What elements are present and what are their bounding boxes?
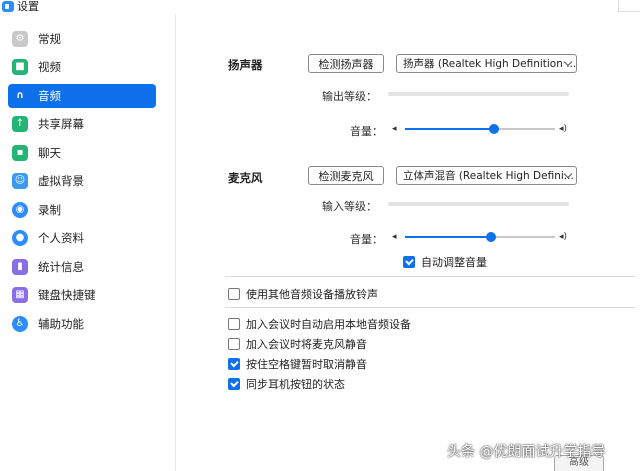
space-to-unmute-checkbox[interactable]: 按住空格键暂时取消静音: [228, 356, 367, 372]
sidebar-item-label: 音频: [38, 89, 61, 103]
gear-icon: ⚙: [12, 31, 28, 47]
test-microphone-button[interactable]: 检测麦克风: [308, 166, 384, 185]
sidebar-item-video[interactable]: ■ 视频: [8, 55, 156, 79]
checkbox-label: 自动调整音量: [421, 256, 487, 269]
sidebar-item-label: 共享屏幕: [38, 117, 84, 131]
sidebar-item-general[interactable]: ⚙ 常规: [8, 27, 156, 51]
chat-icon: ▪: [12, 145, 28, 161]
test-speaker-button[interactable]: 检测扬声器: [308, 54, 384, 73]
checkbox[interactable]: [228, 378, 240, 390]
watermark-text: 头条 @优朗面试升学指导: [447, 444, 606, 460]
video-icon: ■: [12, 59, 28, 75]
microphone-device-value: 立体声混音 (Realtek High Defini...: [403, 170, 574, 182]
microphone-volume-slider[interactable]: [405, 232, 555, 242]
sync-headset-buttons-checkbox[interactable]: 同步耳机按钮的状态: [228, 376, 345, 392]
speaker-device-value: 扬声器 (Realtek High Definition ...: [403, 58, 577, 70]
checkbox-label: 按住空格键暂时取消静音: [246, 358, 367, 371]
keyboard-icon: ▦: [12, 287, 28, 303]
window-title: 设置: [17, 0, 39, 13]
sidebar-item-profile[interactable]: ● 个人资料: [8, 226, 156, 250]
headphones-icon: ∩: [12, 88, 28, 104]
accessibility-icon: ♿: [12, 316, 28, 332]
microphone-device-select[interactable]: 立体声混音 (Realtek High Defini...: [396, 166, 577, 185]
close-window-button[interactable]: [618, 0, 640, 12]
sidebar-item-label: 键盘快捷键: [38, 288, 96, 302]
title-bar: 设置: [0, 0, 640, 14]
sidebar-item-chat[interactable]: ▪ 聊天: [8, 141, 156, 165]
checkbox-label: 加入会议时将麦克风静音: [246, 338, 367, 351]
sidebar-item-record[interactable]: ◉ 录制: [8, 198, 156, 222]
share-screen-icon: ↑: [12, 116, 28, 132]
statistics-icon: ▮: [12, 259, 28, 275]
record-icon: ◉: [12, 202, 28, 218]
ring-separate-device-checkbox[interactable]: 使用其他音频设备播放铃声: [228, 286, 378, 302]
auto-adjust-volume-checkbox[interactable]: 自动调整音量: [403, 254, 487, 270]
checkbox[interactable]: [228, 318, 240, 330]
sidebar-item-label: 视频: [38, 60, 61, 74]
divider: [225, 276, 635, 277]
slider-fill: [405, 236, 491, 238]
volume-high-icon: ◂): [559, 232, 568, 242]
output-level-label: 输出等级：: [322, 90, 377, 103]
sidebar-item-virtual-background[interactable]: ☺ 虚拟背景: [8, 169, 156, 193]
speaker-device-select[interactable]: 扬声器 (Realtek High Definition ...: [396, 54, 577, 73]
microphone-volume-label: 音量：: [350, 233, 383, 246]
audio-settings-panel: 扬声器 检测扬声器 扬声器 (Realtek High Definition .…: [177, 14, 640, 471]
speaker-section-label: 扬声器: [228, 58, 263, 72]
input-level-meter: [388, 202, 569, 206]
sidebar-item-statistics[interactable]: ▮ 统计信息: [8, 255, 156, 279]
sidebar-item-label: 录制: [38, 203, 61, 217]
slider-handle[interactable]: [488, 124, 499, 134]
checkbox[interactable]: [228, 358, 240, 370]
checkbox[interactable]: [403, 256, 415, 268]
input-level-label: 输入等级：: [322, 200, 377, 213]
sidebar-item-label: 辅助功能: [38, 317, 84, 331]
sidebar-item-label: 虚拟背景: [38, 174, 84, 188]
sidebar-item-label: 聊天: [38, 146, 61, 160]
checkbox-label: 使用其他音频设备播放铃声: [246, 288, 378, 301]
sidebar: ⚙ 常规 ■ 视频 ∩ 音频 ↑ 共享屏幕 ▪ 聊天 ☺ 虚拟背景 ◉ 录制 ●…: [0, 14, 176, 471]
speaker-volume-label: 音量：: [350, 125, 383, 138]
sidebar-item-label: 常规: [38, 32, 61, 46]
sidebar-item-label: 统计信息: [38, 260, 84, 274]
zoom-logo-icon: [2, 1, 14, 12]
auto-join-audio-checkbox[interactable]: 加入会议时自动启用本地音频设备: [228, 316, 411, 332]
slider-handle[interactable]: [485, 232, 496, 242]
sidebar-item-accessibility[interactable]: ♿ 辅助功能: [8, 312, 156, 336]
output-level-meter: [388, 92, 569, 96]
checkbox[interactable]: [228, 288, 240, 300]
divider: [225, 307, 635, 308]
sidebar-item-audio[interactable]: ∩ 音频: [8, 84, 156, 108]
volume-low-icon: ◂: [392, 124, 397, 134]
sidebar-item-share-screen[interactable]: ↑ 共享屏幕: [8, 112, 156, 136]
checkbox-label: 加入会议时自动启用本地音频设备: [246, 318, 411, 331]
volume-low-icon: ◂: [392, 232, 397, 242]
checkbox-label: 同步耳机按钮的状态: [246, 378, 345, 391]
mute-on-join-checkbox[interactable]: 加入会议时将麦克风静音: [228, 336, 367, 352]
sidebar-item-keyboard-shortcuts[interactable]: ▦ 键盘快捷键: [8, 283, 156, 307]
microphone-section-label: 麦克风: [228, 171, 263, 185]
checkbox[interactable]: [228, 338, 240, 350]
virtual-background-icon: ☺: [12, 173, 28, 189]
sidebar-item-label: 个人资料: [38, 231, 84, 245]
volume-high-icon: ◂): [559, 124, 568, 134]
slider-fill: [405, 128, 494, 130]
speaker-volume-slider[interactable]: [405, 124, 555, 134]
profile-icon: ●: [12, 230, 28, 246]
